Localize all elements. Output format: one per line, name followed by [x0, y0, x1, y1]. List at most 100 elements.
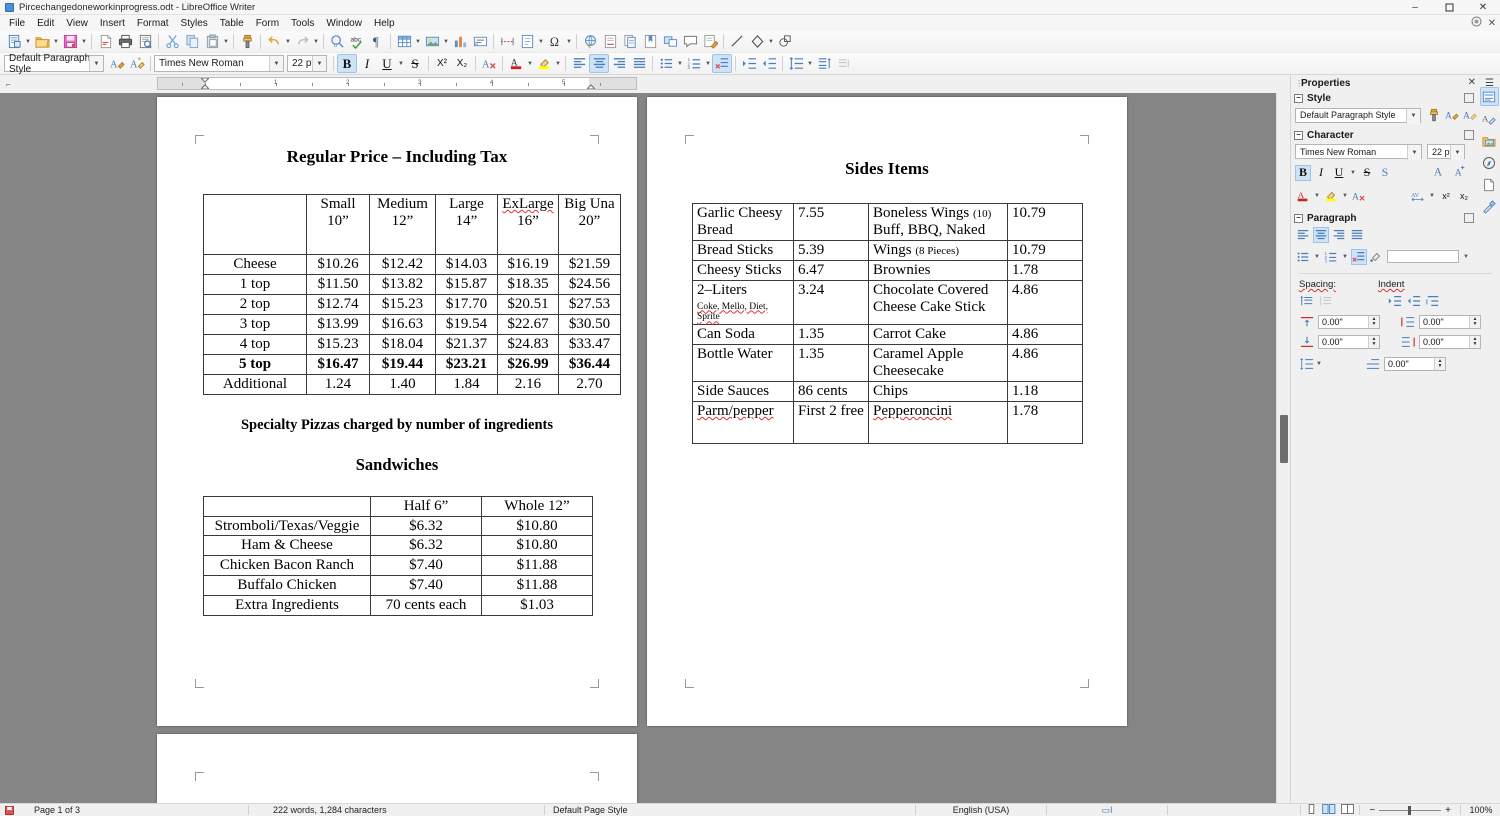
paragraph-spacing-icon[interactable] [814, 54, 834, 73]
spinner-buttons[interactable]: ▲ ▼ [1469, 316, 1480, 328]
increase-paragraph-spacing-icon[interactable] [1299, 293, 1315, 309]
side-item-name-right[interactable]: Brownies [868, 259, 1008, 281]
sidebar-strikethrough-button[interactable]: S [1359, 165, 1375, 181]
menu-file[interactable]: File [3, 16, 31, 31]
minimize-button[interactable]: – [1398, 0, 1432, 15]
selection-mode[interactable]: ▭I [1047, 804, 1167, 816]
increase-font-size-icon[interactable]: A [1432, 163, 1448, 179]
chevron-down-icon[interactable]: ▼ [312, 56, 326, 71]
sidebar-underline-button[interactable]: U [1331, 165, 1347, 181]
sidebar-font-color-icon[interactable]: A [1295, 188, 1311, 204]
book-view-icon[interactable] [1341, 804, 1355, 816]
side-item-price-right[interactable]: 1.78 [1007, 259, 1083, 281]
chevron-down-icon[interactable]: ▼ [1450, 145, 1464, 160]
scrollbar-thumb[interactable] [1280, 415, 1288, 463]
ordered-list-icon[interactable]: 123 [684, 54, 704, 73]
menu-help[interactable]: Help [368, 16, 401, 31]
menu-edit[interactable]: Edit [31, 16, 60, 31]
indent-marker-right[interactable] [585, 78, 597, 90]
align-left-icon[interactable] [569, 54, 589, 73]
sandwich-half-price[interactable]: $6.32 [370, 515, 482, 537]
zoom-out-button[interactable]: − [1365, 805, 1379, 816]
update-style-icon[interactable]: A [1444, 107, 1460, 123]
menu-form[interactable]: Form [250, 16, 285, 31]
tab-stop-selector[interactable]: ⌐ [6, 80, 11, 89]
special-character-icon[interactable]: Ω [545, 32, 565, 51]
background-dropdown-icon[interactable]: ▼ [1462, 247, 1470, 266]
menu-insert[interactable]: Insert [94, 16, 131, 31]
redo-icon[interactable] [292, 32, 312, 51]
spinner-buttons[interactable]: ▲ ▼ [1368, 316, 1379, 328]
sandwich-whole-price[interactable]: $11.88 [481, 555, 593, 577]
price-row-label[interactable]: 1 top [203, 273, 307, 295]
highlight-color-icon[interactable] [534, 54, 554, 73]
language-status[interactable]: English (USA) [916, 804, 1046, 816]
new-style-icon[interactable]: A [127, 54, 147, 73]
sidebar-align-right-icon[interactable] [1331, 227, 1347, 243]
price-cell[interactable]: 1.24 [306, 373, 370, 395]
price-cell[interactable]: $24.56 [558, 273, 621, 295]
side-item-name[interactable]: Bread Sticks [692, 239, 794, 261]
indent-firstline-field[interactable]: 0.00" ▲ ▼ [1384, 356, 1446, 371]
price-cell[interactable]: $17.70 [435, 293, 498, 315]
decrease-font-size-icon[interactable]: A [1452, 163, 1468, 179]
highlight-dropdown-icon[interactable]: ▼ [1341, 186, 1349, 205]
sidebar-paragraph-style-combo[interactable]: Default Paragraph Style ▼ [1295, 107, 1421, 124]
sandwich-name[interactable]: Buffalo Chicken [203, 575, 371, 597]
sidebar-no-list-icon[interactable] [1351, 248, 1367, 265]
sandwiches-col-header-whole[interactable]: Whole 12” [481, 495, 593, 517]
sandwich-name[interactable]: Extra Ingredients [203, 595, 371, 617]
close-window-button[interactable]: ✕ [1466, 0, 1500, 15]
paste-icon[interactable] [202, 32, 222, 51]
price-cell[interactable]: $23.21 [435, 353, 498, 375]
update-style-icon[interactable]: A [107, 54, 127, 73]
sandwich-whole-price[interactable]: $1.03 [481, 595, 593, 617]
insert-textbox-icon[interactable]: A [470, 32, 490, 51]
show-draw-functions-icon[interactable] [775, 32, 795, 51]
unordered-list-dropdown-icon[interactable]: ▼ [1313, 247, 1321, 266]
sidebar-italic-button[interactable]: I [1313, 165, 1329, 181]
decrease-indent-icon[interactable] [1406, 293, 1422, 309]
sidebar-ordered-list-icon[interactable]: 123 [1323, 249, 1339, 265]
price-cell[interactable]: 1.84 [435, 373, 498, 395]
single-page-view-icon[interactable] [1306, 804, 1317, 816]
insert-line-icon[interactable] [727, 32, 747, 51]
sidebar-tab-properties[interactable] [1479, 87, 1499, 106]
open-icon[interactable] [32, 32, 52, 51]
strikethrough-button[interactable]: S [405, 54, 425, 73]
sandwich-whole-price[interactable]: $11.88 [481, 575, 593, 597]
price-cell[interactable]: $11.50 [306, 273, 370, 295]
price-cell[interactable]: $18.04 [369, 333, 436, 355]
zoom-slider[interactable]: − + [1365, 805, 1455, 816]
side-item-price-right[interactable]: 1.78 [1007, 400, 1083, 444]
insert-endnote-icon[interactable] [620, 32, 640, 51]
price-col-header-small[interactable]: Small 10” [306, 194, 370, 255]
side-item-name[interactable]: Bottle Water [692, 344, 794, 382]
price-cell[interactable]: $21.37 [435, 333, 498, 355]
find-replace-icon[interactable]: d [327, 32, 347, 51]
insert-comment-icon[interactable] [680, 32, 700, 51]
line-spacing-dropdown-icon[interactable]: ▼ [1315, 354, 1323, 373]
sidebar-tab-style-inspector[interactable] [1480, 197, 1499, 216]
spacing-above-field[interactable]: 0.00" ▲ ▼ [1318, 315, 1380, 329]
indent-after-icon[interactable] [1400, 334, 1416, 350]
table-dropdown-icon[interactable]: ▼ [414, 32, 422, 51]
collapse-icon[interactable]: − [1294, 213, 1303, 223]
chevron-down-icon[interactable]: ▼ [89, 56, 103, 71]
price-cell[interactable]: $16.47 [306, 353, 370, 375]
maximize-button[interactable] [1432, 0, 1466, 15]
sidebar-section-style[interactable]: − Style [1291, 91, 1500, 105]
sandwich-half-price[interactable]: $6.32 [370, 535, 482, 557]
spacing-below-icon[interactable] [1299, 334, 1315, 350]
price-cell[interactable]: $13.99 [306, 313, 370, 335]
side-item-name[interactable]: 2–Liters Coke, Mello, Diet, Sprite [692, 279, 794, 326]
side-item-price[interactable]: 6.47 [793, 259, 869, 281]
price-cell[interactable]: $16.63 [369, 313, 436, 335]
price-cell[interactable]: 1.40 [369, 373, 436, 395]
insert-hyperlink-icon[interactable] [580, 32, 600, 51]
side-item-price-right[interactable]: 4.86 [1007, 279, 1083, 326]
font-color-dropdown-icon[interactable]: ▼ [1313, 186, 1321, 205]
price-row-label[interactable]: 4 top [203, 333, 307, 355]
spacing-above-icon[interactable] [1299, 314, 1315, 330]
highlight-dropdown-icon[interactable]: ▼ [554, 54, 562, 73]
